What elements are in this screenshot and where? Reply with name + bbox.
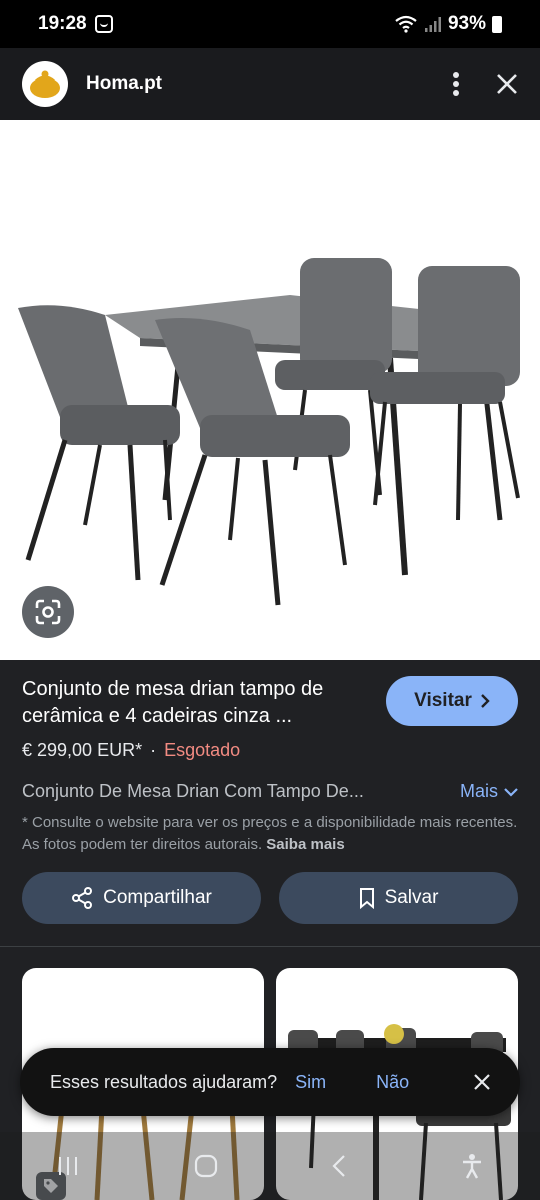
description-row: Conjunto De Mesa Drian Com Tampo De... M…	[22, 781, 518, 802]
site-logo[interactable]	[22, 61, 68, 107]
action-buttons: Compartilhar Salvar	[22, 872, 518, 924]
system-nav-bar	[0, 1132, 540, 1200]
product-info: Conjunto de mesa drian tampo de cerâmica…	[0, 660, 540, 856]
disclaimer: * Consulte o website para ver os preços …	[22, 812, 518, 856]
status-indicators: 93%	[394, 13, 502, 35]
more-button[interactable]: Mais	[460, 781, 518, 802]
recent-apps-icon[interactable]	[57, 1156, 79, 1176]
product-image[interactable]	[0, 120, 540, 660]
site-header: Homa.pt	[0, 48, 540, 120]
visit-button[interactable]: Visitar	[386, 676, 518, 726]
save-label: Salvar	[384, 887, 439, 908]
bookmark-icon	[359, 888, 374, 909]
chevron-down-icon	[504, 787, 518, 797]
signal-icon	[424, 17, 441, 32]
feedback-question: Esses resultados ajudaram?	[50, 1071, 278, 1092]
lens-icon	[35, 599, 61, 625]
close-icon[interactable]	[474, 1074, 490, 1090]
product-price: € 299,00 EUR*	[22, 740, 143, 760]
homa-logo-icon	[30, 70, 60, 98]
lens-search-button[interactable]	[22, 586, 74, 638]
share-label: Compartilhar	[103, 887, 212, 908]
battery-icon	[492, 15, 502, 33]
stock-status: Esgotado	[164, 740, 241, 760]
more-vert-icon[interactable]	[452, 71, 460, 97]
status-time: 19:28	[38, 13, 87, 34]
share-button[interactable]: Compartilhar	[22, 872, 261, 924]
more-label: Mais	[459, 781, 498, 801]
table-and-chairs-illustration	[18, 258, 520, 606]
save-button[interactable]: Salvar	[279, 872, 518, 924]
battery-percent: 93%	[447, 13, 486, 34]
product-title[interactable]: Conjunto de mesa drian tampo de cerâmica…	[22, 676, 386, 730]
learn-more-link[interactable]: Saiba mais	[266, 836, 344, 853]
separator-dot: ·	[150, 740, 157, 760]
section-divider	[0, 946, 540, 947]
back-icon[interactable]	[332, 1155, 346, 1177]
status-bar: 19:28 93%	[0, 0, 540, 48]
feedback-snackbar: Esses resultados ajudaram? Sim Não	[20, 1048, 520, 1116]
chevron-right-icon	[481, 694, 490, 708]
wifi-icon	[395, 15, 417, 33]
feedback-yes-button[interactable]: Sim	[295, 1072, 326, 1093]
notification-icon	[94, 15, 113, 33]
visit-label: Visitar	[414, 690, 472, 711]
price-row: € 299,00 EUR* · Esgotado	[22, 740, 518, 761]
accessibility-icon[interactable]	[461, 1153, 483, 1179]
share-icon	[72, 887, 93, 909]
close-icon[interactable]	[496, 73, 518, 95]
feedback-no-button[interactable]: Não	[376, 1072, 409, 1093]
product-description: Conjunto De Mesa Drian Com Tampo De...	[22, 781, 364, 801]
site-name[interactable]: Homa.pt	[86, 73, 162, 95]
home-icon[interactable]	[194, 1154, 218, 1178]
